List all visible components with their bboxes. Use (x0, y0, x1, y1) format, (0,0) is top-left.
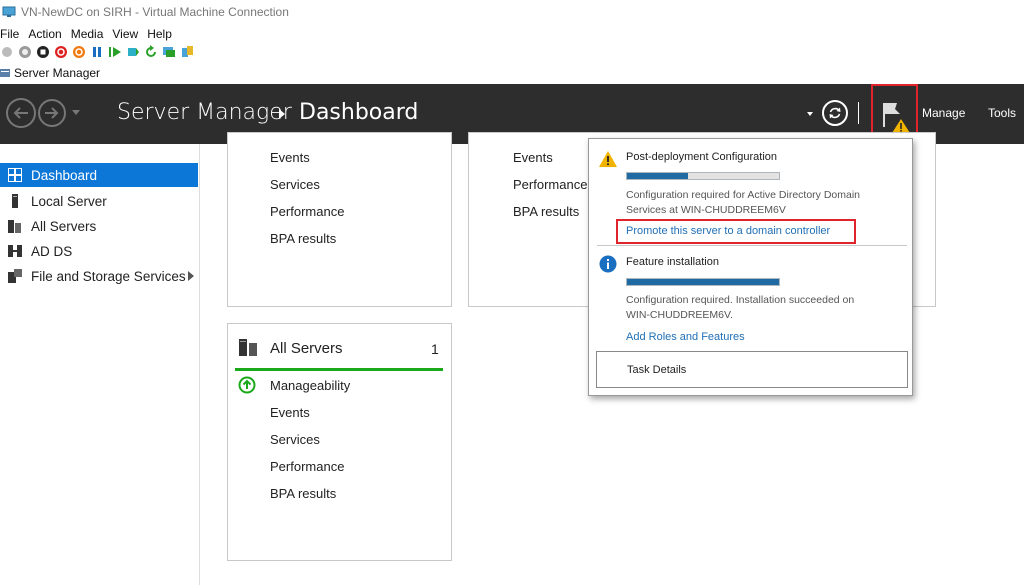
tools-menu[interactable]: Tools (988, 106, 1016, 120)
refresh-button[interactable] (822, 100, 848, 126)
tile-row-performance[interactable]: Performance (270, 204, 344, 219)
back-button[interactable] (6, 98, 36, 128)
arrow-left-icon (13, 107, 28, 119)
sidebar: Dashboard Local Server All Servers AD DS… (0, 144, 200, 585)
refresh-icon (829, 107, 841, 119)
up-arrow-status-icon (238, 376, 256, 394)
info-icon (599, 255, 617, 273)
vm-connection-icon (2, 6, 16, 17)
tile-row-events[interactable]: Events (270, 150, 310, 165)
forward-button[interactable] (38, 99, 66, 127)
tile-row-bpa[interactable]: BPA results (270, 231, 336, 246)
feature-install-message-line1: Configuration required. Installation suc… (626, 294, 855, 306)
post-deploy-progress (626, 172, 780, 180)
task-details-button[interactable]: Task Details (596, 351, 908, 388)
enhanced-session-icon[interactable] (162, 45, 176, 59)
post-deploy-progress-fill (627, 173, 688, 179)
shutdown-icon[interactable] (54, 45, 68, 59)
app-title: Server Manager (117, 100, 292, 125)
sidebar-item-label: File and Storage Services (31, 268, 186, 284)
sidebar-item-label: Local Server (31, 193, 107, 209)
turn-off-icon[interactable] (36, 45, 50, 59)
checkpoint-icon[interactable] (126, 45, 140, 59)
revert-icon[interactable] (144, 45, 158, 59)
tile-row-bpa[interactable]: BPA results (270, 486, 336, 501)
ctrl-alt-del-icon[interactable] (0, 45, 14, 59)
save-icon[interactable] (72, 45, 86, 59)
pause-icon[interactable] (90, 45, 104, 59)
roles-tile-left[interactable] (227, 132, 452, 307)
refresh-dropdown-icon[interactable] (807, 112, 813, 116)
feature-install-progress (626, 278, 780, 286)
expand-arrow-icon[interactable] (188, 271, 194, 281)
all-servers-count: 1 (431, 341, 439, 357)
local-server-icon (8, 194, 22, 208)
all-servers-icon (239, 339, 257, 356)
server-manager-window-title: Server Manager (0, 64, 100, 82)
page-title: Dashboard (299, 100, 419, 125)
tile-row-events[interactable]: Events (270, 405, 310, 420)
header-divider (858, 102, 859, 124)
post-deploy-message-line1: Configuration required for Active Direct… (626, 189, 861, 201)
vm-title-bar: VN-NewDC on SIRH - Virtual Machine Conne… (0, 0, 1024, 24)
tile-row-manageability[interactable]: Manageability (270, 378, 350, 393)
menu-file[interactable]: File (0, 27, 19, 41)
breadcrumb-separator-icon (279, 109, 285, 119)
menu-action[interactable]: Action (28, 27, 61, 41)
arrow-right-icon (45, 107, 59, 119)
vm-menu-bar: File Action Media View Help (0, 26, 181, 42)
history-dropdown-icon[interactable] (72, 110, 80, 115)
sidebar-item-all-servers[interactable]: All Servers (0, 214, 198, 238)
vm-window-title: VN-NewDC on SIRH - Virtual Machine Conne… (21, 5, 289, 19)
sidebar-item-ad-ds[interactable]: AD DS (0, 239, 198, 263)
tile-row-bpa[interactable]: BPA results (513, 204, 579, 219)
popup-divider (597, 245, 907, 246)
post-deploy-message-line2: Services at WIN-CHUDDREEM6V (626, 204, 786, 216)
all-servers-tile[interactable] (227, 323, 452, 561)
file-storage-icon (8, 269, 22, 283)
window-title-text: Server Manager (14, 66, 101, 80)
manage-menu[interactable]: Manage (922, 106, 965, 120)
all-servers-icon (8, 219, 22, 233)
promote-domain-controller-link[interactable]: Promote this server to a domain controll… (626, 225, 830, 237)
feature-install-message-line2: WIN-CHUDDREEM6V. (626, 309, 733, 321)
dashboard-icon (8, 168, 22, 182)
menu-media[interactable]: Media (71, 27, 104, 41)
sidebar-item-file-storage[interactable]: File and Storage Services (0, 264, 198, 288)
sidebar-item-label: AD DS (31, 243, 73, 259)
ad-ds-icon (8, 244, 22, 258)
flag-warning-icon (883, 103, 910, 133)
resume-icon[interactable] (108, 45, 122, 59)
feature-install-progress-fill (627, 279, 779, 285)
tile-row-performance[interactable]: Performance (513, 177, 587, 192)
vm-toolbar (0, 43, 198, 61)
share-icon[interactable] (180, 45, 194, 59)
sidebar-item-dashboard[interactable]: Dashboard (0, 163, 198, 187)
feature-install-title: Feature installation (626, 256, 719, 268)
task-details-label: Task Details (627, 364, 687, 376)
tile-row-performance[interactable]: Performance (270, 459, 344, 474)
tile-row-services[interactable]: Services (270, 432, 320, 447)
menu-view[interactable]: View (112, 27, 138, 41)
tile-row-events[interactable]: Events (513, 150, 553, 165)
sidebar-item-local-server[interactable]: Local Server (0, 189, 198, 213)
post-deploy-title: Post-deployment Configuration (626, 151, 778, 163)
tile-row-services[interactable]: Services (270, 177, 320, 192)
all-servers-tile-title[interactable]: All Servers (270, 340, 343, 357)
warning-icon (599, 151, 617, 167)
add-roles-features-link[interactable]: Add Roles and Features (626, 331, 745, 343)
menu-help[interactable]: Help (147, 27, 172, 41)
start-icon[interactable] (18, 45, 32, 59)
server-manager-icon (0, 69, 10, 77)
status-green-bar (235, 368, 443, 371)
sidebar-item-label: All Servers (31, 218, 97, 234)
sidebar-item-label: Dashboard (31, 167, 98, 183)
